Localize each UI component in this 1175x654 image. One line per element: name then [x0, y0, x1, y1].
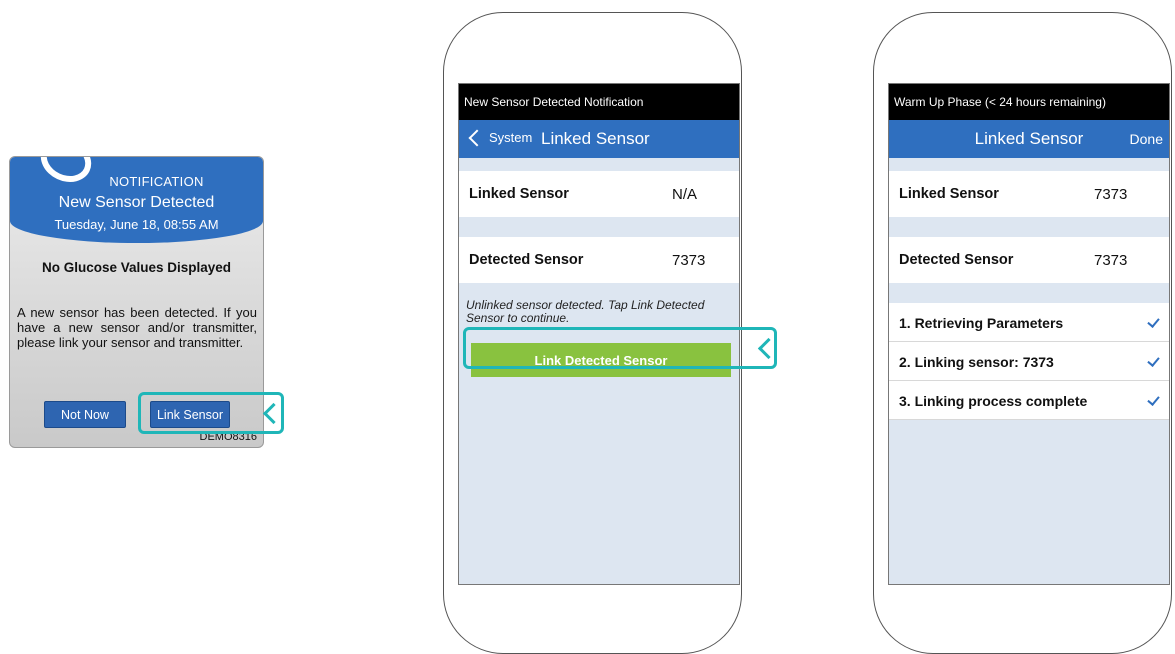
done-button[interactable]: Done [1130, 131, 1163, 147]
back-button[interactable]: System [467, 129, 533, 146]
chevron-left-icon [468, 129, 486, 146]
nav-bar: System Linked Sensor [459, 120, 739, 158]
step-label: 1. Retrieving Parameters [899, 315, 1064, 331]
detected-sensor-row: Detected Sensor 7373 [459, 237, 739, 283]
instruction-text: Unlinked sensor detected. Tap Link Detec… [466, 298, 705, 325]
notification-message: A new sensor has been detected. If you h… [17, 305, 257, 350]
checkmark-icon [1147, 315, 1160, 328]
not-now-button[interactable]: Not Now [44, 401, 126, 428]
list-item: 2. Linking sensor: 7373 [889, 342, 1169, 381]
detected-sensor-row: Detected Sensor 7373 [889, 237, 1169, 283]
phone-frame: Warm Up Phase (< 24 hours remaining) Lin… [873, 12, 1172, 654]
checkmark-icon [1147, 354, 1160, 367]
list-item: 3. Linking process complete [889, 381, 1169, 420]
checkmark-icon [1147, 393, 1160, 406]
highlight-box [463, 327, 777, 369]
linked-sensor-label: Linked Sensor [899, 186, 999, 202]
detected-sensor-value: 7373 [1094, 252, 1128, 269]
page-title: Linked Sensor [541, 129, 650, 148]
back-label: System [489, 130, 533, 145]
step-label: 2. Linking sensor: 7373 [899, 354, 1054, 370]
linked-sensor-row: Linked Sensor 7373 [889, 171, 1169, 217]
nav-bar: Linked Sensor Done [889, 120, 1169, 158]
notification-label: NOTIFICATION [109, 174, 204, 189]
notification-title: New Sensor Detected [58, 194, 215, 211]
detected-sensor-label: Detected Sensor [899, 252, 1014, 268]
status-bar: New Sensor Detected Notification [459, 84, 739, 120]
detected-sensor-value: 7373 [672, 252, 706, 269]
linked-sensor-value: N/A [672, 186, 698, 203]
detected-sensor-label: Detected Sensor [469, 252, 584, 268]
glucose-status-text: No Glucose Values Displayed [41, 260, 232, 275]
phone-screen: Warm Up Phase (< 24 hours remaining) Lin… [888, 83, 1170, 585]
status-bar: Warm Up Phase (< 24 hours remaining) [889, 84, 1169, 120]
notification-header: NOTIFICATION New Sensor Detected Tuesday… [10, 157, 263, 243]
page-title: Linked Sensor [974, 129, 1084, 148]
linking-steps-list: 1. Retrieving Parameters 2. Linking sens… [889, 303, 1169, 420]
list-item: 1. Retrieving Parameters [889, 303, 1169, 342]
linked-sensor-label: Linked Sensor [469, 186, 569, 202]
step-label: 3. Linking process complete [899, 393, 1088, 409]
linked-sensor-value: 7373 [1094, 186, 1128, 203]
linked-sensor-row: Linked Sensor N/A [459, 171, 739, 217]
notification-datetime: Tuesday, June 18, 08:55 AM [54, 217, 219, 232]
